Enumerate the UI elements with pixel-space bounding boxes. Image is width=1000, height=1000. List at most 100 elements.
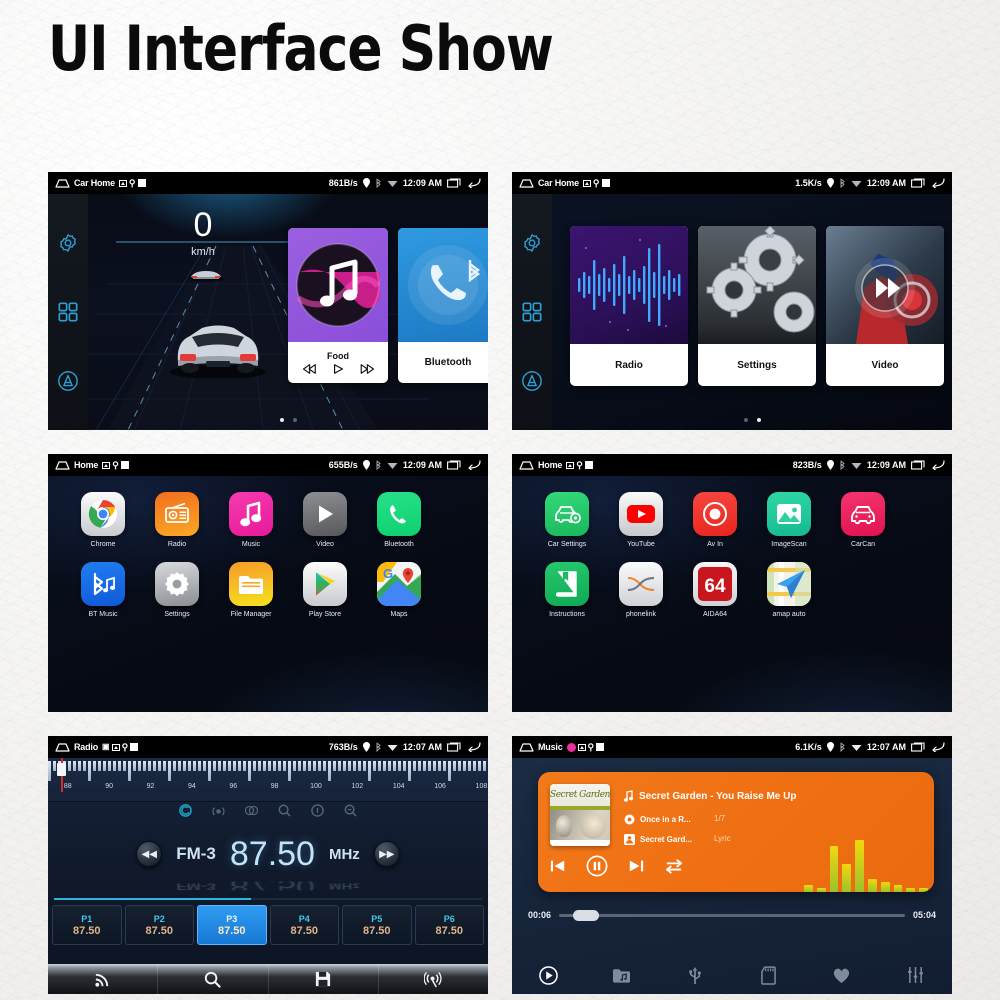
- home-icon[interactable]: [55, 178, 70, 188]
- repeat-icon[interactable]: [664, 858, 684, 879]
- page-dot[interactable]: [756, 418, 761, 422]
- app-av-in[interactable]: Av In: [684, 492, 746, 548]
- settings-card[interactable]: Settings: [698, 226, 816, 386]
- save-icon[interactable]: [269, 964, 379, 994]
- status-title: Car Home: [74, 178, 115, 188]
- preset-button[interactable]: P3 87.50: [197, 905, 267, 945]
- broadcast-icon[interactable]: [379, 964, 488, 994]
- app-music[interactable]: Music: [220, 492, 282, 548]
- app-phonelink[interactable]: phonelink: [610, 562, 672, 618]
- google-maps-icon: G: [377, 562, 421, 606]
- app-car-settings[interactable]: Car Settings: [536, 492, 598, 548]
- search-icon[interactable]: [158, 964, 269, 994]
- app-chrome[interactable]: Chrome: [72, 492, 134, 548]
- favorite-heart-icon[interactable]: [805, 967, 878, 984]
- frequency-dial[interactable]: 88 90 92 94 96 98 100 102 104 106 108: [48, 758, 488, 802]
- app-youtube[interactable]: YouTube: [610, 492, 672, 548]
- tune-up-button[interactable]: ▶▶: [373, 841, 400, 867]
- dial-tick: [323, 761, 326, 771]
- info-icon[interactable]: [311, 804, 324, 822]
- recents-icon[interactable]: [447, 742, 461, 752]
- app-video[interactable]: Video: [294, 492, 356, 548]
- recents-icon[interactable]: [911, 742, 925, 752]
- app-carcan[interactable]: CarCan: [832, 492, 894, 548]
- app-settings[interactable]: Settings: [146, 562, 208, 618]
- now-playing-icon[interactable]: [512, 965, 585, 985]
- gear-icon[interactable]: [57, 232, 79, 254]
- app-maps[interactable]: G Maps: [368, 562, 430, 618]
- recents-icon[interactable]: [911, 178, 925, 188]
- back-icon[interactable]: [930, 460, 945, 472]
- media-card[interactable]: Food: [288, 228, 388, 383]
- home-icon[interactable]: [55, 742, 70, 752]
- home-icon[interactable]: [519, 460, 534, 470]
- seek-bar[interactable]: [559, 909, 905, 921]
- app-label: Settings: [164, 611, 190, 618]
- screenshot-icon: [582, 179, 591, 187]
- equalizer-visualizer: [804, 832, 934, 892]
- app-label: BT Music: [88, 611, 118, 618]
- app-file-manager[interactable]: File Manager: [220, 562, 282, 618]
- equalizer-icon[interactable]: [879, 966, 952, 984]
- stereo-mono-icon[interactable]: [244, 804, 259, 822]
- clock: 12:09 AM: [866, 460, 906, 470]
- page-dot[interactable]: [279, 418, 284, 422]
- recents-icon[interactable]: [447, 460, 461, 470]
- dial-tick: [428, 761, 431, 771]
- zoom-search-icon[interactable]: [344, 804, 357, 822]
- app-instructions[interactable]: Instructions: [536, 562, 598, 618]
- video-card[interactable]: Video: [826, 226, 944, 386]
- pause-icon[interactable]: [586, 855, 608, 882]
- preset-button[interactable]: P5 87.50: [342, 905, 412, 945]
- apps-grid-icon[interactable]: [521, 301, 543, 323]
- app-bt-music[interactable]: BT Music: [72, 562, 134, 618]
- app-imagescan[interactable]: ImageScan: [758, 492, 820, 548]
- bluetooth-card[interactable]: Bluetooth: [398, 228, 488, 383]
- sdcard-icon[interactable]: [732, 965, 805, 985]
- recents-icon[interactable]: [911, 460, 925, 470]
- dial-tick: [363, 761, 366, 771]
- status-bar: Home ⚲ 655B/s 12:09 AM: [48, 454, 488, 476]
- stereo-signal-icon[interactable]: [212, 804, 225, 822]
- assistant-icon[interactable]: [57, 370, 79, 392]
- tune-down-button[interactable]: ◀◀: [136, 841, 163, 867]
- loc-dx-icon[interactable]: [179, 804, 192, 822]
- app-aida64[interactable]: 64 AIDA64: [684, 562, 746, 618]
- app-bluetooth[interactable]: Bluetooth: [368, 492, 430, 548]
- preset-button[interactable]: P2 87.50: [124, 905, 194, 945]
- recents-icon[interactable]: [447, 178, 461, 188]
- album-art[interactable]: Secret Garden: [550, 784, 610, 846]
- back-icon[interactable]: [466, 742, 481, 754]
- dial-tick: [243, 761, 246, 771]
- gear-icon[interactable]: [521, 232, 543, 254]
- prev-icon[interactable]: [550, 858, 566, 879]
- back-icon[interactable]: [930, 178, 945, 190]
- music-folder-icon[interactable]: [585, 967, 658, 984]
- preset-button[interactable]: P6 87.50: [414, 905, 484, 945]
- radio-card[interactable]: Radio: [570, 226, 688, 386]
- home-icon[interactable]: [519, 178, 534, 188]
- page-dot[interactable]: [743, 418, 748, 422]
- app-play-store[interactable]: Play Store: [294, 562, 356, 618]
- dial-tick: [183, 761, 186, 771]
- apps-grid-icon[interactable]: [57, 301, 79, 323]
- home-icon[interactable]: [519, 742, 534, 752]
- home-icon[interactable]: [55, 460, 70, 470]
- rds-icon[interactable]: [48, 964, 159, 994]
- app-amap-auto[interactable]: amap auto: [758, 562, 820, 618]
- back-icon[interactable]: [466, 178, 481, 190]
- usb-icon[interactable]: [659, 966, 732, 985]
- frequency-display: ◀◀ FM-3 87.50 MHz ▶▶: [48, 824, 488, 884]
- app-radio[interactable]: Radio: [146, 492, 208, 548]
- status-title: Home: [538, 460, 563, 470]
- assistant-icon[interactable]: [521, 370, 543, 392]
- preset-button[interactable]: P1 87.50: [52, 905, 122, 945]
- preset-button[interactable]: P4 87.50: [269, 905, 339, 945]
- back-icon[interactable]: [466, 460, 481, 472]
- page-dot[interactable]: [292, 418, 297, 422]
- next-icon[interactable]: [628, 858, 644, 879]
- back-icon[interactable]: [930, 742, 945, 754]
- bluetooth-icon: [839, 742, 846, 753]
- scan-search-icon[interactable]: [278, 804, 291, 822]
- seek-thumb[interactable]: [572, 909, 599, 921]
